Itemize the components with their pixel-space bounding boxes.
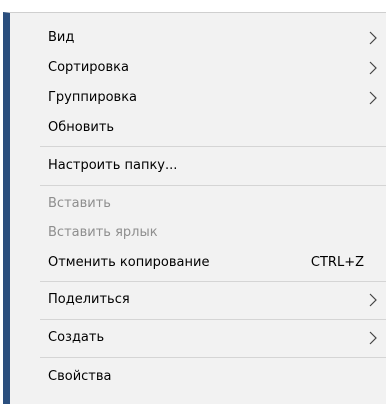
menu-separator (40, 319, 386, 320)
chevron-right-icon (369, 293, 377, 307)
menu-item-label: Вставить (48, 196, 111, 211)
chevron-right-icon (369, 331, 377, 345)
menu-separator (40, 185, 386, 186)
context-menu: Вид Сортировка Группировка Обновить Наст… (3, 12, 386, 404)
menu-item-paste-shortcut: Вставить ярлык (10, 218, 386, 247)
menu-item-properties[interactable]: Свойства (10, 362, 386, 391)
menu-separator (40, 357, 386, 358)
menu-item-label: Сортировка (48, 60, 129, 75)
menu-item-label: Настроить папку... (48, 158, 178, 173)
menu-item-label: Группировка (48, 90, 138, 105)
menu-item-share[interactable]: Поделиться (10, 285, 386, 314)
menu-item-new[interactable]: Создать (10, 323, 386, 352)
menu-item-refresh[interactable]: Обновить (10, 113, 386, 142)
menu-separator (40, 281, 386, 282)
chevron-right-icon (369, 31, 377, 45)
chevron-right-icon (369, 61, 377, 75)
menu-item-label: Отменить копирование (48, 255, 210, 270)
chevron-right-icon (369, 91, 377, 105)
menu-item-label: Обновить (48, 120, 115, 135)
menu-item-customize-folder[interactable]: Настроить папку... (10, 151, 386, 180)
menu-item-label: Вставить ярлык (48, 225, 158, 240)
menu-item-sort[interactable]: Сортировка (10, 53, 386, 82)
menu-item-label: Создать (48, 330, 105, 345)
menu-item-paste: Вставить (10, 189, 386, 218)
menu-item-view[interactable]: Вид (10, 23, 386, 52)
menu-item-label: Поделиться (48, 292, 130, 307)
menu-item-label: Вид (48, 30, 75, 45)
shortcut-hint: CTRL+Z (310, 255, 364, 270)
menu-item-label: Свойства (48, 369, 112, 384)
menu-item-undo-copy[interactable]: Отменить копирование CTRL+Z (10, 248, 386, 277)
menu-item-group[interactable]: Группировка (10, 83, 386, 112)
menu-separator (40, 146, 386, 147)
